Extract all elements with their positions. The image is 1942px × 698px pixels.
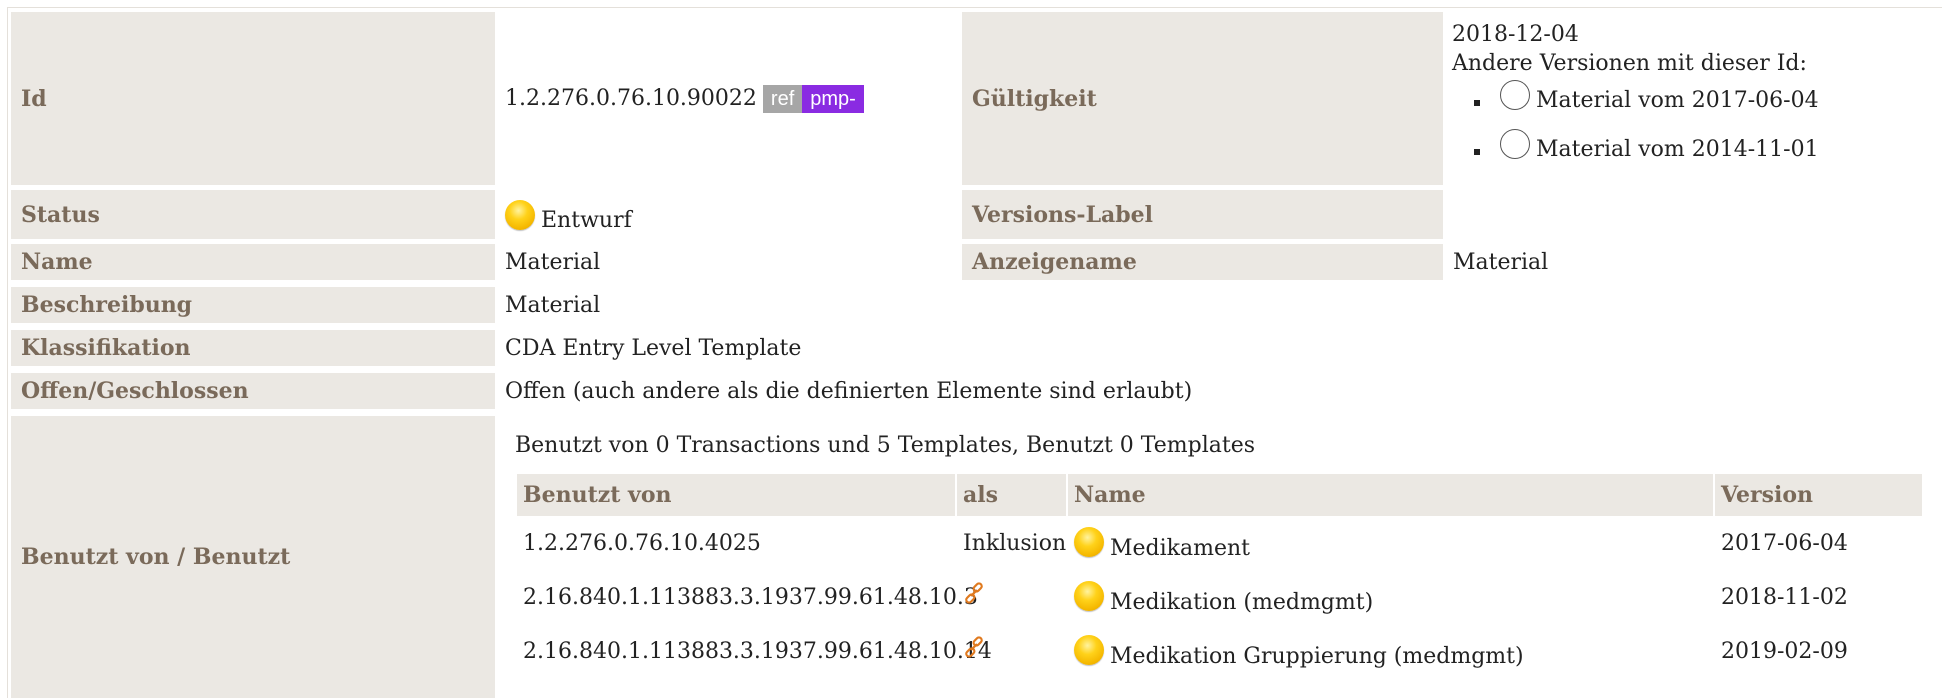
status-label: Status: [11, 190, 495, 239]
status-text: Entwurf: [541, 208, 632, 233]
version-link[interactable]: Material vom 2014-11-01: [1536, 135, 1819, 164]
row-as-text: Inklusion: [963, 530, 1067, 556]
table-row-3-as[interactable]: [957, 630, 1066, 672]
ref-badge[interactable]: ref: [762, 84, 803, 113]
open-closed-text: Offen (auch andere als die definierten E…: [505, 378, 1193, 404]
draft-status-icon: [1074, 527, 1104, 557]
col-header-version-text: Version: [1721, 482, 1814, 508]
col-header-name: Name: [1068, 474, 1713, 516]
col-header-version: Version: [1715, 474, 1922, 516]
display-name-text: Material: [1453, 249, 1549, 275]
used-by-label: Benutzt von / Benutzt: [11, 416, 495, 698]
name-text: Material: [505, 249, 601, 275]
row-name-text[interactable]: Medikament: [1110, 536, 1250, 561]
other-versions-list: Material vom 2017-06-04 Material vom 201…: [1452, 76, 1932, 174]
used-by-label-text: Benutzt von / Benutzt: [21, 544, 291, 570]
used-by-summary-text: Benutzt von 0 Transactions und 5 Templat…: [515, 432, 1256, 458]
validity-value: 2018-12-04 Andere Versionen mit dieser I…: [1452, 20, 1932, 180]
name-label: Name: [11, 244, 495, 280]
status-label-text: Status: [21, 201, 100, 228]
row-name-text[interactable]: Medikation (medmgmt): [1110, 590, 1373, 615]
col-header-as: als: [957, 474, 1066, 516]
description-label: Beschreibung: [11, 287, 495, 323]
status-circle-icon: [1500, 128, 1530, 159]
row-version-text: 2019-02-09: [1721, 638, 1848, 664]
version-label-value: [1443, 190, 1933, 239]
version-link[interactable]: Material vom 2017-06-04: [1536, 86, 1819, 115]
row-id-text[interactable]: 2.16.840.1.113883.3.1937.99.61.48.10.3: [523, 585, 978, 610]
validity-label: Gültigkeit: [962, 12, 1443, 185]
status-value: Entwurf: [495, 190, 960, 239]
description-label-text: Beschreibung: [21, 292, 193, 318]
classification-text: CDA Entry Level Template: [505, 335, 802, 361]
table-row-3-version: 2019-02-09: [1715, 630, 1922, 672]
display-name-label-text: Anzeigename: [972, 249, 1137, 275]
table-row-1-name[interactable]: Medikament: [1068, 522, 1713, 564]
other-versions-label: Andere Versionen mit dieser Id:: [1452, 51, 1807, 76]
used-by-summary: Benutzt von 0 Transactions und 5 Templat…: [515, 428, 1715, 462]
table-row-2-name[interactable]: Medikation (medmgmt): [1068, 576, 1713, 618]
col-header-as-text: als: [963, 482, 998, 508]
col-header-used-by-text: Benutzt von: [523, 482, 672, 508]
row-id-text[interactable]: 1.2.276.0.76.10.4025: [523, 531, 761, 556]
link-icon[interactable]: [963, 636, 985, 658]
open-closed-value: Offen (auch andere als die definierten E…: [495, 373, 1695, 409]
id-text: 1.2.276.0.76.10.90022: [505, 86, 757, 111]
version-item: Material vom 2014-11-01: [1452, 125, 1932, 174]
row-version-text: 2017-06-04: [1721, 530, 1848, 556]
row-version-text: 2018-11-02: [1721, 584, 1848, 610]
table-row-2-version: 2018-11-02: [1715, 576, 1922, 618]
table-row-1-as: Inklusion: [957, 522, 1066, 564]
col-header-used-by: Benutzt von: [517, 474, 955, 516]
display-name-value: Material: [1443, 244, 1933, 280]
row-id-text[interactable]: 2.16.840.1.113883.3.1937.99.61.48.10.14: [523, 639, 992, 664]
table-row-1-version: 2017-06-04: [1715, 522, 1922, 564]
open-closed-label: Offen/Geschlossen: [11, 373, 495, 409]
id-label: Id: [11, 12, 495, 185]
col-header-name-text: Name: [1074, 482, 1146, 508]
draft-status-icon: [505, 199, 535, 230]
description-text: Material: [505, 292, 601, 318]
table-row-3-name[interactable]: Medikation Gruppierung (medmgmt): [1068, 630, 1713, 672]
pmp-badge[interactable]: pmp-: [802, 84, 864, 113]
status-circle-icon: [1500, 79, 1530, 110]
open-closed-label-text: Offen/Geschlossen: [21, 378, 249, 404]
description-value: Material: [495, 287, 1395, 323]
link-icon[interactable]: [963, 582, 985, 604]
table-row-2-id[interactable]: 2.16.840.1.113883.3.1937.99.61.48.10.3: [517, 576, 978, 618]
row-name-text[interactable]: Medikation Gruppierung (medmgmt): [1110, 644, 1524, 669]
validity-label-text: Gültigkeit: [972, 85, 1097, 112]
classification-label: Klassifikation: [11, 330, 495, 366]
version-label-text: Versions-Label: [972, 201, 1154, 228]
classification-label-text: Klassifikation: [21, 335, 191, 361]
version-label-label: Versions-Label: [962, 190, 1443, 239]
id-label-text: Id: [21, 85, 47, 112]
name-value: Material: [495, 244, 960, 280]
validity-date: 2018-12-04: [1452, 22, 1579, 47]
table-row-1-id[interactable]: 1.2.276.0.76.10.4025: [517, 522, 955, 564]
table-row-2-as[interactable]: [957, 576, 1066, 618]
table-row-3-id[interactable]: 2.16.840.1.113883.3.1937.99.61.48.10.14: [517, 630, 992, 672]
draft-status-icon: [1074, 635, 1104, 665]
name-label-text: Name: [21, 249, 93, 275]
id-value: 1.2.276.0.76.10.90022 ref pmp-: [495, 12, 960, 185]
classification-value: CDA Entry Level Template: [495, 330, 1395, 366]
display-name-label: Anzeigename: [962, 244, 1443, 280]
draft-status-icon: [1074, 581, 1104, 611]
version-item: Material vom 2017-06-04: [1452, 76, 1932, 125]
